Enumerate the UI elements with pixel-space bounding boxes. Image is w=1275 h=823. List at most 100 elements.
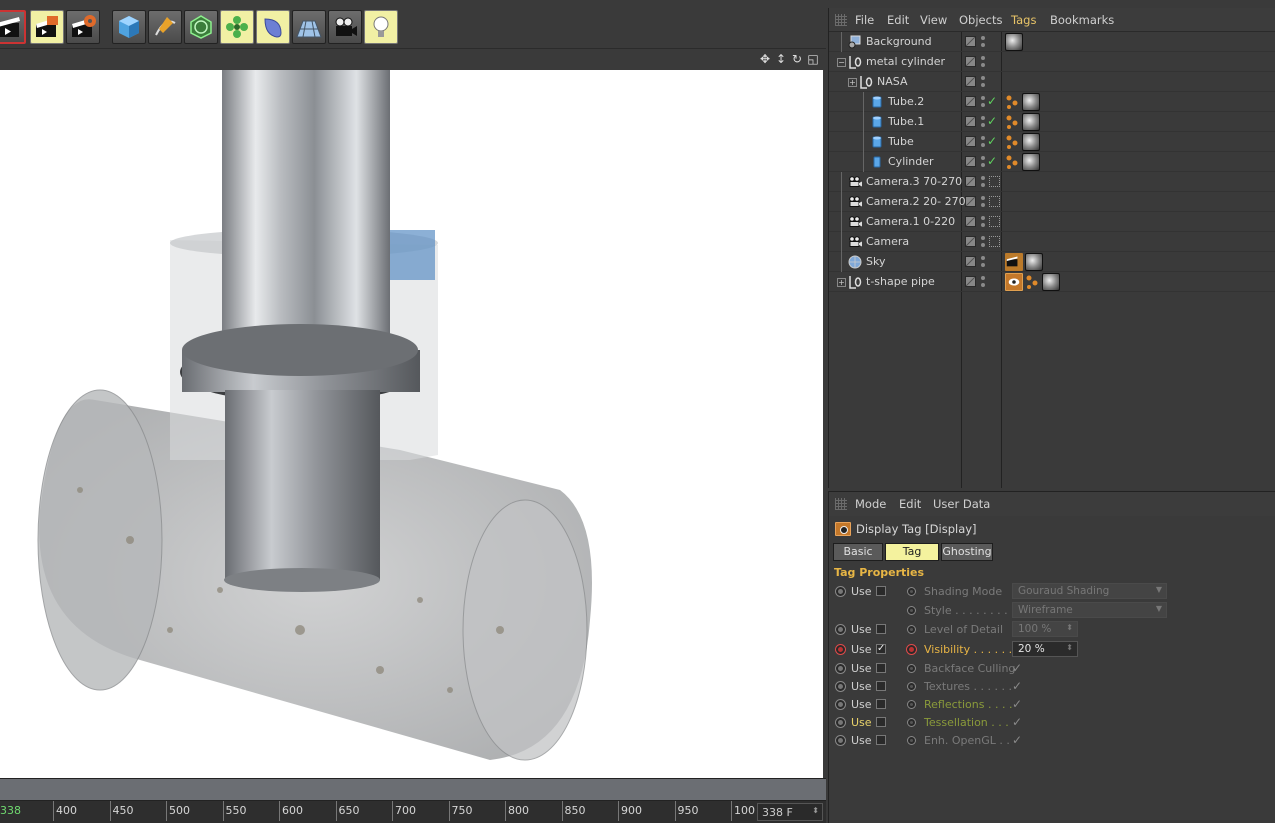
object-name[interactable]: Camera xyxy=(866,235,909,248)
object-name[interactable]: Camera.3 70-270 xyxy=(866,175,962,188)
layer-toggle-icon[interactable] xyxy=(965,276,976,287)
visibility-dots-icon[interactable] xyxy=(981,235,985,249)
property-animate-icon[interactable] xyxy=(907,700,916,709)
visibility-dots-icon[interactable] xyxy=(981,155,985,169)
camera-button[interactable] xyxy=(328,10,362,44)
material-tag-icon[interactable] xyxy=(1022,93,1040,111)
property-animate-icon[interactable] xyxy=(907,625,916,634)
property-dropdown[interactable]: Wireframe ▼ xyxy=(1012,602,1167,618)
menu-file[interactable]: File xyxy=(855,13,874,27)
material-tag-icon[interactable] xyxy=(1022,153,1040,171)
property-animate-icon[interactable] xyxy=(907,736,916,745)
object-row[interactable]: Background xyxy=(829,32,1275,52)
use-checkbox[interactable]: ✓ xyxy=(876,644,886,654)
animate-radio-icon[interactable] xyxy=(835,624,846,635)
spline-pen-button[interactable] xyxy=(148,10,182,44)
light-button[interactable] xyxy=(364,10,398,44)
layer-toggle-icon[interactable] xyxy=(965,216,976,227)
object-name[interactable]: Tube.2 xyxy=(888,95,924,108)
use-checkbox[interactable] xyxy=(876,717,886,727)
object-row[interactable]: + NASA xyxy=(829,72,1275,92)
object-row[interactable]: + t-shape pipe xyxy=(829,272,1275,292)
object-name[interactable]: Camera.1 0-220 xyxy=(866,215,955,228)
tree-expander-icon[interactable]: + xyxy=(848,78,857,87)
visibility-dots-icon[interactable] xyxy=(981,135,985,149)
tab-tag[interactable]: Tag xyxy=(885,543,939,561)
use-checkbox[interactable] xyxy=(876,699,886,709)
uvw-tag-icon[interactable] xyxy=(1005,95,1019,109)
layer-toggle-icon[interactable] xyxy=(965,236,976,247)
visibility-dots-icon[interactable] xyxy=(981,195,985,209)
visibility-dots-icon[interactable] xyxy=(981,55,985,69)
object-row[interactable]: Cylinder ✓ xyxy=(829,152,1275,172)
render-view-button[interactable] xyxy=(0,10,26,44)
render-region-button[interactable] xyxy=(30,10,64,44)
material-tag-icon[interactable] xyxy=(1025,253,1043,271)
render-settings-button[interactable] xyxy=(66,10,100,44)
object-row[interactable]: Tube.1 ✓ xyxy=(829,112,1275,132)
animate-radio-icon[interactable] xyxy=(835,644,846,655)
animate-radio-icon[interactable] xyxy=(835,699,846,710)
panel-grip-icon[interactable] xyxy=(835,498,847,510)
layer-toggle-icon[interactable] xyxy=(965,56,976,67)
compositing-tag-icon[interactable] xyxy=(1005,253,1023,271)
menu-view[interactable]: View xyxy=(920,13,947,27)
animate-radio-icon[interactable] xyxy=(835,735,846,746)
property-animate-icon[interactable] xyxy=(907,606,916,615)
animate-radio-icon[interactable] xyxy=(835,586,846,597)
property-animate-icon[interactable] xyxy=(907,587,916,596)
visibility-dots-icon[interactable] xyxy=(981,255,985,269)
visibility-dots-icon[interactable] xyxy=(981,275,985,289)
protection-tag-icon[interactable] xyxy=(989,236,1000,247)
object-name[interactable]: Tube.1 xyxy=(888,115,924,128)
menu-user-data[interactable]: User Data xyxy=(933,497,990,511)
object-name[interactable]: Background xyxy=(866,35,932,48)
object-row[interactable]: Tube ✓ xyxy=(829,132,1275,152)
panel-grip-icon[interactable] xyxy=(835,14,847,26)
enabled-check-icon[interactable]: ✓ xyxy=(987,154,997,168)
object-name[interactable]: Cylinder xyxy=(888,155,934,168)
property-animate-icon[interactable] xyxy=(907,682,916,691)
animate-radio-icon[interactable] xyxy=(835,717,846,728)
use-checkbox[interactable] xyxy=(876,735,886,745)
tab-ghosting[interactable]: Ghosting xyxy=(941,543,993,561)
object-name[interactable]: Sky xyxy=(866,255,885,268)
layer-toggle-icon[interactable] xyxy=(965,256,976,267)
property-animate-icon[interactable] xyxy=(907,718,916,727)
object-row[interactable]: Sky xyxy=(829,252,1275,272)
menu-mode[interactable]: Mode xyxy=(855,497,886,511)
material-tag-icon[interactable] xyxy=(1022,113,1040,131)
visibility-dots-icon[interactable] xyxy=(981,95,985,109)
property-animate-icon[interactable] xyxy=(907,664,916,673)
object-name[interactable]: Camera.2 20- 270 xyxy=(866,195,966,208)
layer-toggle-icon[interactable] xyxy=(965,136,976,147)
tab-basic[interactable]: Basic xyxy=(833,543,883,561)
use-checkbox[interactable] xyxy=(876,663,886,673)
material-tag-icon[interactable] xyxy=(1042,273,1060,291)
object-name[interactable]: NASA xyxy=(877,75,907,88)
property-checkmark[interactable]: ✓ xyxy=(1012,733,1022,747)
object-row[interactable]: Camera.2 20- 270 xyxy=(829,192,1275,212)
layer-toggle-icon[interactable] xyxy=(965,76,976,87)
object-row[interactable]: Camera.1 0-220 xyxy=(829,212,1275,232)
object-row[interactable]: Camera.3 70-270 xyxy=(829,172,1275,192)
material-tag-icon[interactable] xyxy=(1022,133,1040,151)
menu-attr-edit[interactable]: Edit xyxy=(899,497,921,511)
rotate-view-icon[interactable]: ↻ xyxy=(790,52,804,66)
enabled-check-icon[interactable]: ✓ xyxy=(987,94,997,108)
protection-tag-icon[interactable] xyxy=(989,176,1000,187)
material-tag-icon[interactable] xyxy=(1005,33,1023,51)
enabled-check-icon[interactable]: ✓ xyxy=(987,134,997,148)
timeline[interactable]: 338 400 450 500 550 600 650 700 750 800 850 900 950… xyxy=(0,800,826,823)
move-view-icon[interactable]: ✥ xyxy=(758,52,772,66)
property-dropdown[interactable]: Gouraud Shading ▼ xyxy=(1012,583,1167,599)
property-animate-icon[interactable] xyxy=(906,644,917,655)
menu-tags[interactable]: Tags xyxy=(1011,13,1036,27)
object-row[interactable]: Camera xyxy=(829,232,1275,252)
frame-field[interactable]: 338 F ⬍ xyxy=(757,803,823,821)
animate-radio-icon[interactable] xyxy=(835,681,846,692)
enabled-check-icon[interactable]: ✓ xyxy=(987,114,997,128)
object-name[interactable]: metal cylinder xyxy=(866,55,945,68)
uvw-tag-icon[interactable] xyxy=(1005,155,1019,169)
layer-toggle-icon[interactable] xyxy=(965,96,976,107)
